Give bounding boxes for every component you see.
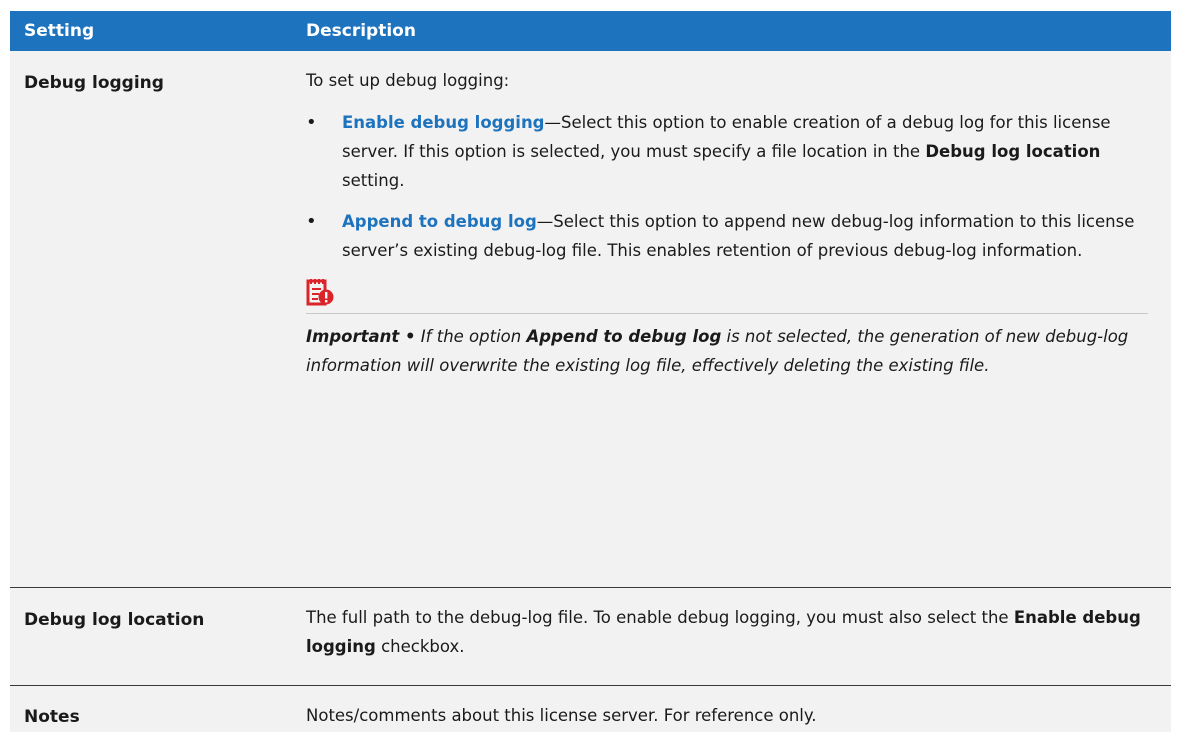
header-description: Description <box>306 21 416 41</box>
table-row: Debug logging To set up debug logging: •… <box>10 51 1171 588</box>
table-row: Debug log location The full path to the … <box>10 588 1171 686</box>
enable-debug-logging-link[interactable]: Enable debug logging <box>342 113 545 132</box>
table-header: Setting Description <box>10 11 1171 51</box>
setting-debug-logging: Debug logging <box>24 73 164 93</box>
important-note: Important • If the option Append to debu… <box>306 327 1129 375</box>
append-to-debug-log-link[interactable]: Append to debug log <box>342 212 537 231</box>
setting-notes: Notes <box>24 707 80 727</box>
intro-text: To set up debug logging: <box>306 71 510 90</box>
important-note-icon <box>306 277 1141 309</box>
bullet-icon: • <box>306 112 317 133</box>
table-row: Notes Notes/comments about this license … <box>10 686 1171 732</box>
list-item: • Append to debug log—Select this option… <box>306 207 1141 265</box>
list-item: • Enable debug logging—Select this optio… <box>306 108 1141 195</box>
note-divider <box>306 313 1148 314</box>
description-debug-log-location: The full path to the debug-log file. To … <box>306 608 1141 656</box>
bullet-icon: • <box>306 211 317 232</box>
settings-table: Setting Description Debug logging To set… <box>10 11 1171 732</box>
description-debug-logging: To set up debug logging: • Enable debug … <box>306 51 1171 587</box>
setting-debug-log-location: Debug log location <box>24 610 205 630</box>
description-notes: Notes/comments about this license server… <box>306 706 817 725</box>
header-setting: Setting <box>24 21 95 41</box>
